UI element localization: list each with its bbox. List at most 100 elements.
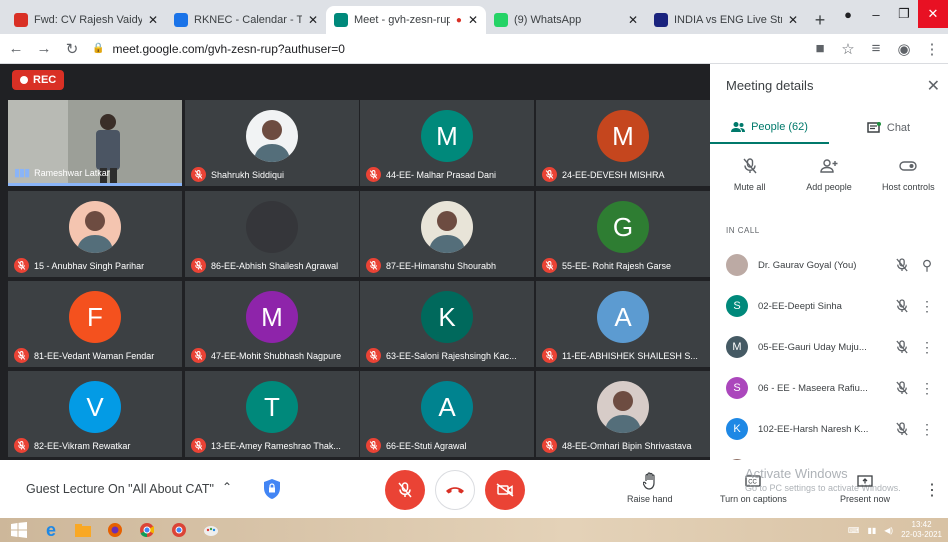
- people-list-item[interactable]: S 02-EE-Deepti Sinha ⋮: [710, 287, 948, 325]
- participant-tile[interactable]: ▮▮▮ Rameshwar Latkar: [8, 100, 182, 186]
- participant-name: 66-EE-Stuti Agrawal: [386, 440, 467, 451]
- participant-tile[interactable]: 15 - Anubhav Singh Parihar: [8, 191, 182, 277]
- clock[interactable]: 13:42 22-03-2021: [901, 520, 942, 540]
- restore-button[interactable]: ❐: [890, 0, 918, 28]
- participant-tile[interactable]: M 47-EE-Mohit Shubhash Nagpure: [185, 281, 359, 367]
- keyboard-icon[interactable]: ⌨: [848, 526, 860, 535]
- browser-tab[interactable]: Fwd: CV Rajesh Vaidya - goyal ✕: [6, 6, 166, 34]
- network-icon[interactable]: ▮▮: [867, 526, 876, 535]
- windows-start-icon[interactable]: [8, 520, 30, 540]
- close-tab-icon[interactable]: ✕: [308, 13, 318, 27]
- more-options-icon[interactable]: ⋮: [920, 380, 934, 397]
- host-controls-button[interactable]: Host controls: [870, 156, 946, 192]
- clock-date: 22-03-2021: [901, 530, 942, 539]
- meeting-details-panel: Meeting details ✕ People (62) Chat Mute …: [710, 64, 948, 481]
- participant-tile[interactable]: M 44-EE- Malhar Prasad Dani: [360, 100, 534, 186]
- close-tab-icon[interactable]: ✕: [148, 13, 158, 27]
- present-now-button[interactable]: Present now: [840, 472, 890, 504]
- meeting-title[interactable]: Guest Lecture On "All About CAT": [26, 482, 214, 496]
- forward-icon[interactable]: →: [36, 40, 52, 57]
- chrome-profile-icon[interactable]: [168, 520, 190, 540]
- people-list-item[interactable]: K 102-EE-Harsh Naresh K... ⋮: [710, 410, 948, 448]
- close-tab-icon[interactable]: ✕: [628, 13, 638, 27]
- participant-tile[interactable]: 48-EE-Omhari Bipin Shrivastava: [536, 371, 710, 457]
- browser-tab[interactable]: RKNEC - Calendar - Tuesday, ✕: [166, 6, 326, 34]
- reload-icon[interactable]: ↻: [64, 40, 80, 58]
- participant-tile[interactable]: F 81-EE-Vedant Waman Fendar: [8, 281, 182, 367]
- hand-icon: [642, 472, 657, 490]
- participant-name-row: 82-EE-Vikram Rewatkar: [14, 438, 178, 453]
- people-list-item[interactable]: S 06 - EE - Maseera Rafiu... ⋮: [710, 369, 948, 407]
- participant-name: 82-EE-Vikram Rewatkar: [34, 440, 131, 451]
- new-tab-button[interactable]: +: [806, 6, 834, 34]
- mute-all-button[interactable]: Mute all: [712, 156, 788, 192]
- microphone-off-button[interactable]: [385, 470, 425, 510]
- close-icon[interactable]: ✕: [927, 76, 940, 96]
- url-text: meet.google.com/gvh-zesn-rup?authuser=0: [112, 41, 345, 56]
- participant-tile[interactable]: Shahrukh Siddiqui: [185, 100, 359, 186]
- more-options-icon[interactable]: ⋮: [924, 480, 940, 500]
- clock-time: 13:42: [911, 520, 932, 529]
- more-options-icon[interactable]: ⋮: [920, 339, 934, 356]
- paint-icon[interactable]: [200, 520, 222, 540]
- more-options-icon[interactable]: ⋮: [920, 421, 934, 438]
- people-list-item[interactable]: Dr. Gaurav Goyal (You) ⚲: [710, 246, 948, 284]
- profile-avatar-icon[interactable]: ◉: [896, 40, 912, 58]
- participant-tile[interactable]: G 55-EE- Rohit Rajesh Garse: [536, 191, 710, 277]
- tab-people[interactable]: People (62): [710, 112, 829, 144]
- participant-name-row: 15 - Anubhav Singh Parihar: [14, 258, 178, 273]
- shield-lock-icon[interactable]: [262, 478, 282, 500]
- participant-tile[interactable]: A 11-EE-ABHISHEK SHAILESH S...: [536, 281, 710, 367]
- firefox-icon[interactable]: [104, 520, 126, 540]
- back-icon[interactable]: ←: [8, 40, 24, 57]
- participant-name: 81-EE-Vedant Waman Fendar: [34, 350, 155, 361]
- chrome-icon[interactable]: [136, 520, 158, 540]
- participant-tile[interactable]: 87-EE-Himanshu Shourabh: [360, 191, 534, 277]
- add-people-label: Add people: [806, 182, 852, 192]
- participant-tile[interactable]: A 66-EE-Stuti Agrawal: [360, 371, 534, 457]
- participant-tile[interactable]: K 63-EE-Saloni Rajeshsingh Kac...: [360, 281, 534, 367]
- browser-tab-strip: Fwd: CV Rajesh Vaidya - goyal✕RKNEC - Ca…: [0, 0, 948, 34]
- mic-off-icon: [191, 258, 206, 273]
- participant-tile[interactable]: M 24-EE-DEVESH MISHRA: [536, 100, 710, 186]
- browser-menu-icon[interactable]: ⋮: [924, 40, 940, 58]
- browser-tab[interactable]: (9) WhatsApp ✕: [486, 6, 646, 34]
- close-tab-icon[interactable]: ✕: [788, 13, 798, 27]
- chevron-up-icon[interactable]: ⌃: [222, 480, 232, 494]
- gmail-icon: [14, 13, 28, 27]
- tab-chat[interactable]: Chat: [829, 112, 948, 144]
- volume-icon[interactable]: ◀): [884, 526, 893, 535]
- participant-name-row: 81-EE-Vedant Waman Fendar: [14, 348, 178, 363]
- person-avatar: [726, 254, 748, 276]
- more-options-icon[interactable]: ⋮: [920, 298, 934, 315]
- camera-icon[interactable]: ■: [812, 40, 828, 57]
- leave-call-button[interactable]: [435, 470, 475, 510]
- person-name: Dr. Gaurav Goyal (You): [758, 259, 857, 271]
- close-tab-icon[interactable]: ✕: [468, 13, 478, 27]
- internet-explorer-icon[interactable]: e: [40, 520, 62, 540]
- mic-off-icon: [737, 156, 763, 176]
- minimize-button[interactable]: –: [862, 0, 890, 28]
- people-list-item[interactable]: M 05-EE-Gauri Uday Muju... ⋮: [710, 328, 948, 366]
- participant-tile[interactable]: 86-EE-Abhish Shailesh Agrawal: [185, 191, 359, 277]
- calendar-icon: [174, 13, 188, 27]
- participant-tile[interactable]: V 82-EE-Vikram Rewatkar: [8, 371, 182, 457]
- participant-name-row: 66-EE-Stuti Agrawal: [366, 438, 530, 453]
- url-field[interactable]: 🔒 meet.google.com/gvh-zesn-rup?authuser=…: [92, 38, 800, 60]
- window-close-button[interactable]: ✕: [918, 0, 948, 28]
- file-explorer-icon[interactable]: [72, 520, 94, 540]
- camera-off-button[interactable]: [485, 470, 525, 510]
- bookmark-star-icon[interactable]: ☆: [840, 40, 856, 58]
- mic-off-icon: [366, 167, 381, 182]
- pin-icon[interactable]: ⚲: [920, 257, 934, 274]
- browser-tab[interactable]: INDIA vs ENG Live Streaming ✕: [646, 6, 806, 34]
- person-avatar: K: [726, 418, 748, 440]
- add-people-button[interactable]: Add people: [791, 156, 867, 192]
- queue-icon[interactable]: ≡: [868, 40, 884, 57]
- browser-tab[interactable]: Meet - gvh-zesn-rup ● ✕: [326, 6, 486, 34]
- raise-hand-button[interactable]: Raise hand: [627, 472, 673, 504]
- record-dot-icon: [20, 76, 28, 84]
- participant-avatar: M: [597, 110, 649, 162]
- mic-off-icon: [191, 167, 206, 182]
- participant-tile[interactable]: T 13-EE-Amey Rameshrao Thak...: [185, 371, 359, 457]
